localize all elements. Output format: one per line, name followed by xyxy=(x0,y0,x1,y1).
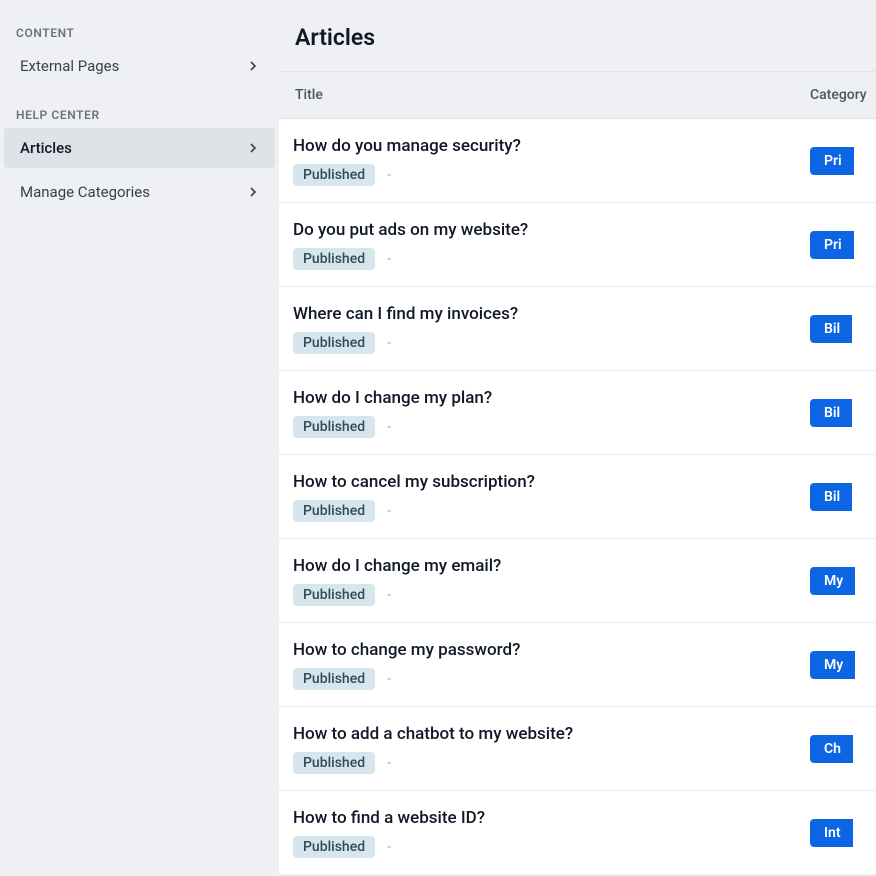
sidebar-item-label: Articles xyxy=(20,139,72,157)
row-extra: - xyxy=(387,503,391,519)
table-row[interactable]: How to change my password?Published-My xyxy=(279,623,876,707)
chevron-right-icon xyxy=(245,184,261,200)
page-title: Articles xyxy=(295,24,860,51)
category-chip[interactable]: Pri xyxy=(810,231,854,259)
sidebar-item-manage-categories[interactable]: Manage Categories xyxy=(4,172,275,212)
row-extra: - xyxy=(387,251,391,267)
row-extra: - xyxy=(387,671,391,687)
status-badge: Published xyxy=(293,584,375,606)
status-badge: Published xyxy=(293,416,375,438)
row-category-cell: Int xyxy=(810,819,876,847)
category-chip[interactable]: Pri xyxy=(810,147,854,175)
row-main: How do I change my plan? Published- xyxy=(279,388,810,438)
articles-table: Title Category How do you manage securit… xyxy=(279,71,876,876)
row-main: Do you put ads on my website? Published- xyxy=(279,220,810,270)
sidebar-section-helpcenter: HELP CENTER xyxy=(0,100,279,128)
sidebar-section-content: CONTENT xyxy=(0,18,279,46)
row-main: How do I change my email? Published- xyxy=(279,556,810,606)
row-meta: Published- xyxy=(293,416,810,438)
status-badge: Published xyxy=(293,836,375,858)
row-meta: Published- xyxy=(293,164,810,186)
row-extra: - xyxy=(387,419,391,435)
row-main: How to find a website ID? Published- xyxy=(279,808,810,858)
column-header-title[interactable]: Title xyxy=(279,87,810,103)
article-title: Where can I find my invoices? xyxy=(293,304,810,324)
chevron-right-icon xyxy=(245,140,261,156)
article-title: How to cancel my subscription? xyxy=(293,472,810,492)
category-chip[interactable]: Bil xyxy=(810,483,852,511)
row-extra: - xyxy=(387,167,391,183)
row-category-cell: Pri xyxy=(810,147,876,175)
sidebar-item-label: External Pages xyxy=(20,57,119,75)
table-row[interactable]: How do you manage security?Published-Pri xyxy=(279,119,876,203)
article-title: How to add a chatbot to my website? xyxy=(293,724,810,744)
sidebar: CONTENT External Pages HELP CENTER Artic… xyxy=(0,0,279,876)
row-category-cell: My xyxy=(810,567,876,595)
category-chip[interactable]: Int xyxy=(810,819,853,847)
table-row[interactable]: Where can I find my invoices?Published-B… xyxy=(279,287,876,371)
status-badge: Published xyxy=(293,668,375,690)
status-badge: Published xyxy=(293,248,375,270)
row-extra: - xyxy=(387,587,391,603)
sidebar-item-articles[interactable]: Articles xyxy=(4,128,275,168)
table-row[interactable]: How to find a website ID?Published-Int xyxy=(279,791,876,875)
sidebar-item-label: Manage Categories xyxy=(20,183,150,201)
row-meta: Published- xyxy=(293,332,810,354)
row-meta: Published- xyxy=(293,752,810,774)
table-header: Title Category xyxy=(279,71,876,119)
column-header-category[interactable]: Category xyxy=(810,87,876,103)
article-title: How to find a website ID? xyxy=(293,808,810,828)
table-row[interactable]: How do I change my email?Published-My xyxy=(279,539,876,623)
article-title: How do you manage security? xyxy=(293,136,810,156)
status-badge: Published xyxy=(293,752,375,774)
row-meta: Published- xyxy=(293,668,810,690)
category-chip[interactable]: Bil xyxy=(810,399,852,427)
row-main: How do you manage security? Published- xyxy=(279,136,810,186)
status-badge: Published xyxy=(293,332,375,354)
row-extra: - xyxy=(387,839,391,855)
article-title: Do you put ads on my website? xyxy=(293,220,810,240)
row-meta: Published- xyxy=(293,500,810,522)
article-title: How to change my password? xyxy=(293,640,810,660)
category-chip[interactable]: My xyxy=(810,651,855,679)
row-category-cell: Ch xyxy=(810,735,876,763)
row-meta: Published- xyxy=(293,836,810,858)
category-chip[interactable]: Ch xyxy=(810,735,853,763)
table-row[interactable]: How to add a chatbot to my website? Publi… xyxy=(279,707,876,791)
row-main: How to add a chatbot to my website? Publi… xyxy=(279,724,810,774)
row-category-cell: Bil xyxy=(810,315,876,343)
chevron-right-icon xyxy=(245,58,261,74)
status-badge: Published xyxy=(293,164,375,186)
row-category-cell: Bil xyxy=(810,483,876,511)
status-badge: Published xyxy=(293,500,375,522)
row-extra: - xyxy=(387,335,391,351)
row-meta: Published- xyxy=(293,584,810,606)
table-row[interactable]: How do I change my plan?Published-Bil xyxy=(279,371,876,455)
category-chip[interactable]: My xyxy=(810,567,855,595)
table-body: How do you manage security?Published-Pri… xyxy=(279,119,876,875)
row-extra: - xyxy=(387,755,391,771)
article-title: How do I change my email? xyxy=(293,556,810,576)
row-main: Where can I find my invoices? Published- xyxy=(279,304,810,354)
sidebar-item-external-pages[interactable]: External Pages xyxy=(4,46,275,86)
table-row[interactable]: Do you put ads on my website?Published-P… xyxy=(279,203,876,287)
row-main: How to change my password? Published- xyxy=(279,640,810,690)
category-chip[interactable]: Bil xyxy=(810,315,852,343)
main-header: Articles xyxy=(279,0,876,71)
row-category-cell: My xyxy=(810,651,876,679)
row-main: How to cancel my subscription? Published- xyxy=(279,472,810,522)
table-row[interactable]: How to cancel my subscription? Published-… xyxy=(279,455,876,539)
row-category-cell: Pri xyxy=(810,231,876,259)
row-meta: Published- xyxy=(293,248,810,270)
main: Articles Title Category How do you manag… xyxy=(279,0,876,876)
article-title: How do I change my plan? xyxy=(293,388,810,408)
row-category-cell: Bil xyxy=(810,399,876,427)
